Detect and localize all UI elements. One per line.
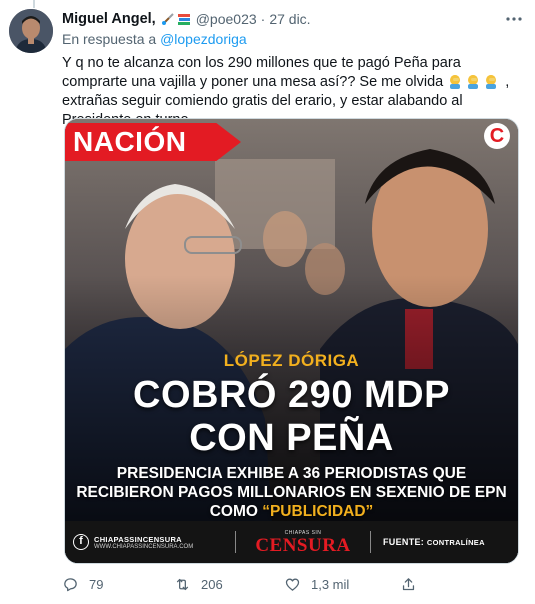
like-count: 1,3 mil <box>311 576 350 592</box>
avatar-photo <box>9 9 53 53</box>
section-tag: NACIÓN <box>65 123 241 161</box>
tweet-actions: 79 206 1,3 mil <box>62 574 522 594</box>
media-subhead: PRESIDENCIA EXHIBE A 36 PERIODISTAS QUE … <box>75 464 508 521</box>
heart-icon <box>285 578 300 591</box>
reply-to-link[interactable]: @lopezdoriga <box>160 31 247 47</box>
source-label: FUENTE: <box>383 537 425 547</box>
facebook-credit: f CHIAPASSINCENSURA WWW.CHIAPASSINCENSUR… <box>73 534 223 550</box>
user-handle[interactable]: @poe023 <box>196 11 257 27</box>
source-value: CONTRALÍNEA <box>426 538 485 547</box>
tweet-body: Miguel Angel, @poe023 · 27 dic. En respu… <box>62 9 524 130</box>
retweet-button[interactable]: 206 <box>174 576 284 593</box>
more-icon[interactable] <box>504 9 524 29</box>
display-name[interactable]: Miguel Angel, <box>62 11 156 27</box>
footer-url: WWW.CHIAPASSINCENSURA.COM <box>94 543 194 550</box>
facepalm-emoji-icon <box>486 75 497 89</box>
reply-icon <box>64 577 77 591</box>
media-kicker: LÓPEZ DÓRIGA <box>223 351 360 370</box>
media-headline-line1: COBRÓ 290 MDP <box>133 374 450 416</box>
media-subhead-line3: COMO “PUBLICIDAD” <box>75 502 508 521</box>
avatar[interactable] <box>9 9 53 53</box>
name-emoji-group <box>161 12 191 26</box>
censura-logo: CHIAPAS SIN CENSURA <box>248 530 358 555</box>
thread-connector-line <box>33 0 35 8</box>
reply-context: En respuesta a @lopezdoriga <box>62 31 524 50</box>
brand-logo: C <box>484 123 510 149</box>
media-subhead-line3-quoted: “PUBLICIDAD” <box>262 503 374 520</box>
tweet-date[interactable]: 27 dic. <box>269 11 310 27</box>
media-subhead-line1: PRESIDENCIA EXHIBE A 36 PERIODISTAS QUE <box>116 465 467 482</box>
media-subhead-line3-plain: COMO <box>209 503 263 520</box>
reply-prefix: En respuesta a <box>62 31 157 47</box>
facepalm-emoji-icon <box>468 75 479 89</box>
footer-divider <box>370 531 371 553</box>
retweet-icon <box>176 578 189 590</box>
facebook-credit-text: CHIAPASSINCENSURA WWW.CHIAPASSINCENSURA.… <box>94 535 193 550</box>
share-icon <box>402 577 415 590</box>
paintbrush-icon <box>161 13 174 25</box>
tweet-media-image[interactable]: NACIÓN C LÓPEZ DÓRIGA COBRÓ 290 MDP CON … <box>64 118 519 564</box>
facepalm-emoji-icon <box>450 75 461 89</box>
tweet-text-part1: Y q no te alcanza con los 290 millones q… <box>62 55 461 90</box>
books-icon <box>177 14 190 25</box>
separator-dot: · <box>260 11 266 27</box>
facebook-icon: f <box>73 534 89 550</box>
like-button[interactable]: 1,3 mil <box>284 576 396 593</box>
censura-logo-main: CENSURA <box>255 534 351 556</box>
media-headline-line2: CON PEÑA <box>189 417 394 459</box>
retweet-count: 206 <box>201 576 223 592</box>
media-subhead-line2: RECIBIERON PAGOS MILLONARIOS EN SEXENIO … <box>76 484 507 501</box>
tweet-header: Miguel Angel, @poe023 · 27 dic. <box>62 9 524 29</box>
footer-divider <box>235 531 236 553</box>
footer-page-name: CHIAPASSINCENSURA <box>94 534 182 544</box>
media-footer-bar: f CHIAPASSINCENSURA WWW.CHIAPASSINCENSUR… <box>65 521 518 563</box>
reply-button[interactable]: 79 <box>62 576 174 593</box>
source-credit: FUENTE: CONTRALÍNEA <box>383 537 485 547</box>
share-button[interactable] <box>400 576 417 593</box>
reply-count: 79 <box>89 576 104 592</box>
